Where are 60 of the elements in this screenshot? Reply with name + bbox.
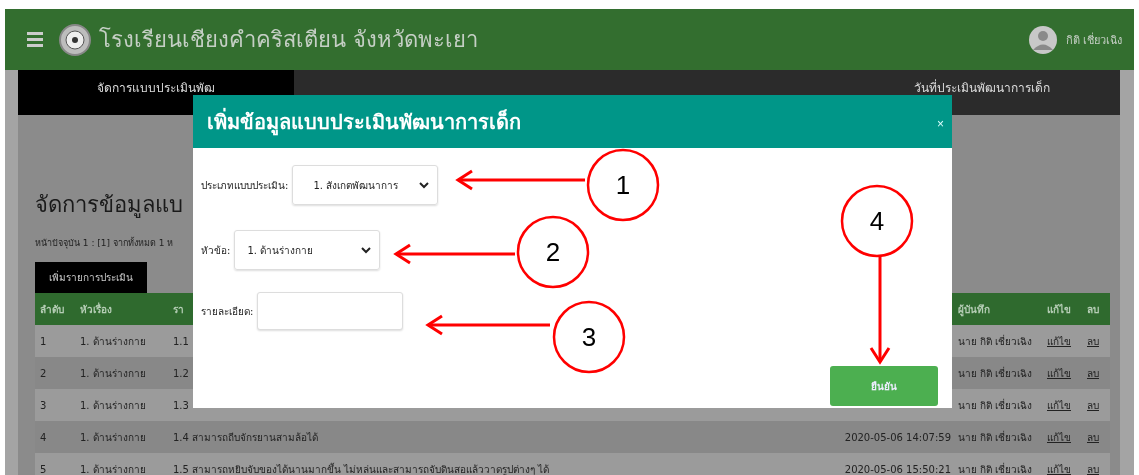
table-cell: นาย กิติ เชี่ยวเฉิง [958, 463, 1033, 475]
column-header: รา [173, 303, 184, 315]
menu-icon[interactable] [27, 32, 43, 47]
school-logo-icon [59, 23, 91, 56]
field-label: หัวข้อ: [201, 243, 231, 258]
table-cell: 1. ด้านร่างกาย [80, 367, 146, 379]
table-cell: 2 [40, 367, 47, 379]
column-header: ผู้บันทึก [958, 303, 990, 315]
page-info: หน้าปัจจุบัน 1 : [1] จากทั้งหมด 1 ห [35, 236, 174, 250]
edit-link[interactable]: แก้ไข [1047, 367, 1071, 379]
table-cell: 1.1 [173, 335, 189, 347]
table-cell: นาย กิติ เชี่ยวเฉิง [958, 399, 1033, 411]
table-cell: นาย กิติ เชี่ยวเฉิง [958, 335, 1033, 347]
caret-icon [361, 246, 372, 254]
callout-number: 3 [552, 300, 626, 374]
school-title: โรงเรียนเชียงคำคริสเตียน จังหวัดพะเยา [99, 26, 478, 54]
dropdown[interactable]: 1. สังเกตพัฒนาการ [292, 165, 439, 205]
input-field[interactable] [257, 292, 404, 330]
caret-icon [419, 181, 430, 189]
column-header: ลำดับ [40, 303, 64, 315]
edit-link[interactable]: แก้ไข [1047, 431, 1071, 443]
table-cell: 1. ด้านร่างกาย [80, 431, 146, 443]
table-cell: 2020-05-06 14:07:59 [844, 431, 951, 443]
user-avatar-icon[interactable] [1027, 24, 1058, 55]
column-header: ลบ [1087, 303, 1099, 315]
tab[interactable]: วันที่ประเมินพัฒนาการเด็ก [844, 70, 1120, 115]
column-header: หัวเรื่อง [80, 303, 112, 315]
column-header: แก้ไข [1047, 303, 1071, 315]
table-cell: 1. ด้านร่างกาย [80, 463, 146, 475]
dropdown[interactable]: 1. ด้านร่างกาย [234, 230, 381, 270]
edit-link[interactable]: แก้ไข [1047, 463, 1071, 475]
close-button[interactable]: × [937, 117, 944, 131]
callout-number: 1 [586, 148, 660, 222]
table-cell: 3 [40, 399, 47, 411]
table-cell: 4 [40, 431, 47, 443]
delete-link[interactable]: ลบ [1087, 335, 1099, 347]
table-cell: 1.2 [173, 367, 189, 379]
user-name[interactable]: กิติ เชี่ยวเฉิง [1065, 30, 1122, 49]
add-item-button[interactable]: เพิ่มรายการประเมิน [35, 262, 147, 293]
callout-number: 2 [516, 215, 590, 289]
callout-number: 4 [840, 184, 914, 258]
edit-link[interactable]: แก้ไข [1047, 399, 1071, 411]
table-cell: นาย กิติ เชี่ยวเฉิง [958, 431, 1033, 443]
page-heading: จัดการข้อมูลแบ [35, 191, 183, 220]
table-cell: 1 [40, 335, 47, 347]
delete-link[interactable]: ลบ [1087, 431, 1099, 443]
table-cell: 1.5 สามารถหยิบจับของได้นานมากขึ้น ไม่หล่นและสามารถจับดินสอแล้ววาดรูปต่างๆ ได้ [173, 463, 550, 475]
table-cell: 1.4 สามารถถีบจักรยานสามล้อได้ [173, 431, 319, 443]
table-cell: นาย กิติ เชี่ยวเฉิง [958, 367, 1033, 379]
table-cell: 2020-05-06 15:50:21 [844, 463, 951, 475]
table-cell: 1. ด้านร่างกาย [80, 335, 146, 347]
delete-link[interactable]: ลบ [1087, 367, 1099, 379]
table-cell: 1.3 [173, 399, 189, 411]
edit-link[interactable]: แก้ไข [1047, 335, 1071, 347]
field-label: รายละเอียด: [201, 304, 254, 319]
delete-link[interactable]: ลบ [1087, 463, 1099, 475]
table-cell: 1. ด้านร่างกาย [80, 399, 146, 411]
field-label: ประเภทแบบประเมิน: [201, 178, 289, 193]
delete-link[interactable]: ลบ [1087, 399, 1099, 411]
table-cell: 5 [40, 463, 47, 475]
